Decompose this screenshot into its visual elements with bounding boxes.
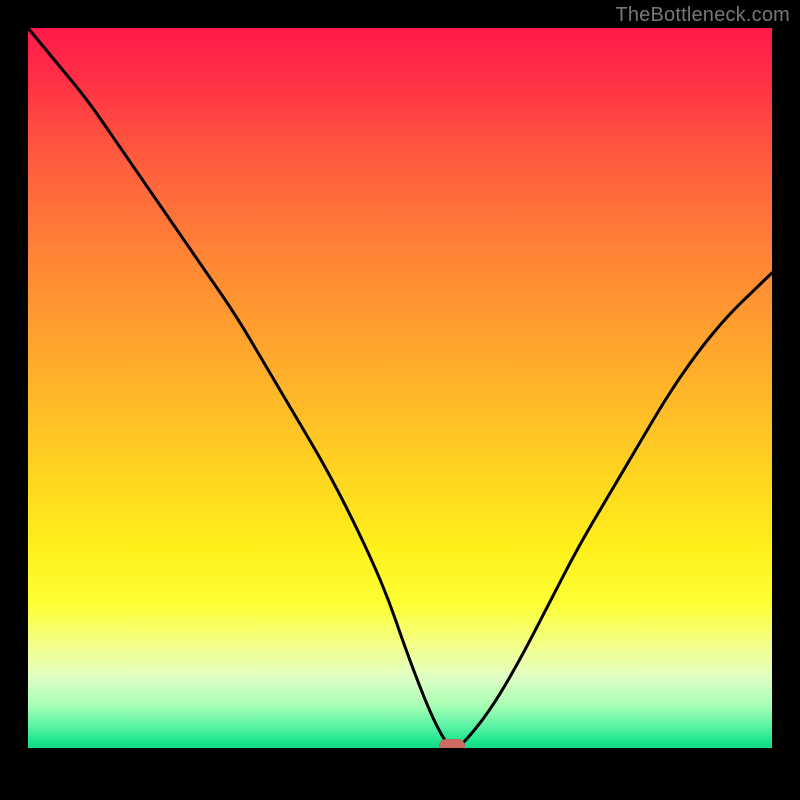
plot-area — [28, 28, 772, 748]
bottleneck-curve — [28, 28, 772, 748]
curve-svg — [28, 28, 772, 748]
watermark-text: TheBottleneck.com — [615, 4, 790, 27]
optimal-point-marker — [439, 739, 465, 748]
plot-frame — [28, 28, 772, 772]
